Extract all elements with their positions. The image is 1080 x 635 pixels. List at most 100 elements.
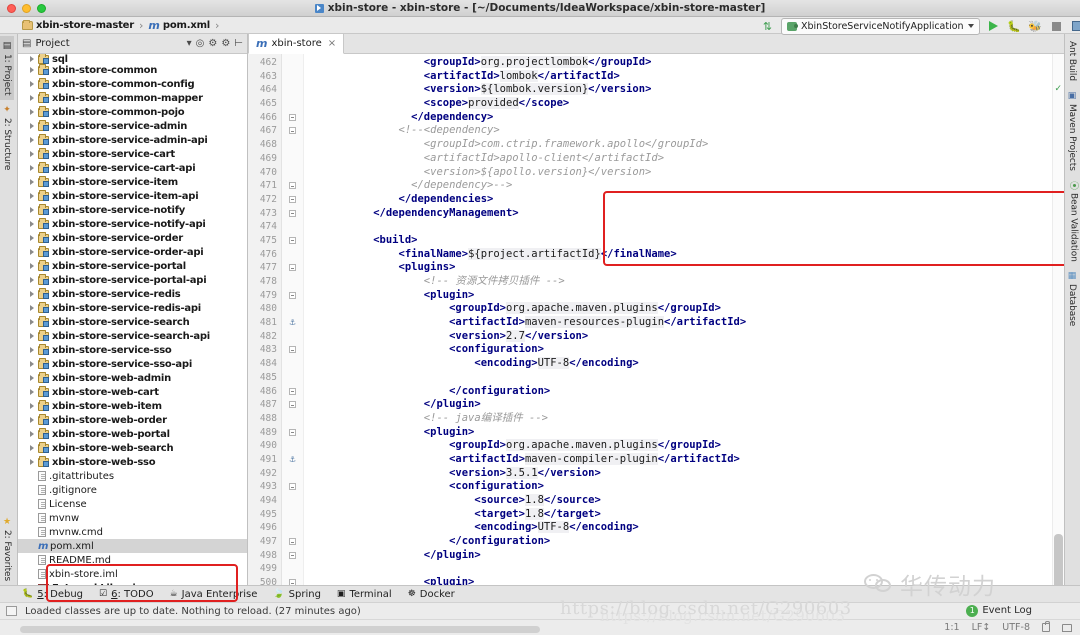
tree-item-xbin-store-service-sso-api[interactable]: xbin-store-service-sso-api [18, 357, 247, 371]
bottom-tab-spring[interactable]: 🍃 Spring [273, 589, 321, 600]
editor-marker-column[interactable]: ✓ [1052, 54, 1064, 602]
tree-item-xbin-store-common-mapper[interactable]: xbin-store-common-mapper [18, 91, 247, 105]
code-line[interactable]: <plugin> [310, 426, 1064, 440]
chevron-right-icon[interactable] [30, 151, 34, 157]
code-line[interactable]: <!--<dependency> [310, 124, 1064, 138]
tree-item-sql[interactable]: sql [18, 54, 247, 65]
tree-item-xbin-store-web-portal[interactable]: xbin-store-web-portal [18, 427, 247, 441]
code-line[interactable]: <plugins> [310, 261, 1064, 275]
tree-item-xbin-store-web-admin[interactable]: xbin-store-web-admin [18, 371, 247, 385]
code-line[interactable]: <plugin> [310, 289, 1064, 303]
source-code[interactable]: <groupId>org.projectlombok</groupId> <ar… [304, 54, 1064, 602]
chevron-right-icon[interactable] [30, 193, 34, 199]
tree-item-xbin-store-service-notify[interactable]: xbin-store-service-notify [18, 203, 247, 217]
code-line[interactable] [310, 562, 1064, 576]
code-line[interactable]: </dependencies> [310, 193, 1064, 207]
memory-indicator-icon[interactable] [6, 606, 17, 616]
lock-icon[interactable] [1042, 621, 1050, 632]
sidebar-item-maven-projects[interactable]: ▣ Maven Projects [1065, 86, 1079, 176]
expand-all-icon[interactable]: ⚙ [208, 38, 217, 49]
tree-item-xbin-store-service-item[interactable]: xbin-store-service-item [18, 175, 247, 189]
tree-item-xbin-store-common[interactable]: xbin-store-common [18, 63, 247, 77]
chevron-right-icon[interactable] [30, 249, 34, 255]
code-line[interactable]: <!-- java编译插件 --> [310, 412, 1064, 426]
settings-gear-icon[interactable]: ⚙ [221, 38, 230, 49]
chevron-right-icon[interactable] [30, 207, 34, 213]
fold-toggle-icon[interactable] [282, 426, 303, 440]
fold-toggle-icon[interactable] [282, 193, 303, 207]
caret-down-icon[interactable]: ▾ [187, 38, 192, 49]
sort-updown-icon[interactable]: ⇅ [760, 19, 775, 34]
tree-item-mvnw-cmd[interactable]: mvnw.cmd [18, 525, 247, 539]
stop-button[interactable] [1049, 19, 1064, 34]
code-line[interactable]: </dependencyManagement> [310, 207, 1064, 221]
fold-toggle-icon[interactable] [282, 207, 303, 221]
fold-toggle-icon[interactable] [282, 261, 303, 275]
code-line[interactable]: <scope>provided</scope> [310, 97, 1064, 111]
code-line[interactable]: </plugin> [310, 549, 1064, 563]
chevron-right-icon[interactable] [30, 459, 34, 465]
collapse-all-icon[interactable]: ◎ [196, 38, 205, 49]
code-line[interactable]: <version>3.5.1</version> [310, 466, 1064, 481]
fold-toggle-icon[interactable] [282, 179, 303, 193]
chevron-down-icon[interactable] [967, 24, 974, 28]
tree-item-xbin-store-service-notify-api[interactable]: xbin-store-service-notify-api [18, 217, 247, 231]
chevron-right-icon[interactable] [30, 179, 34, 185]
layout-button[interactable] [1070, 19, 1080, 34]
tree-item-xbin-store-common-pojo[interactable]: xbin-store-common-pojo [18, 105, 247, 119]
run-configuration-selector[interactable]: XbinStoreServiceNotifyApplication [781, 17, 980, 35]
code-line[interactable]: <groupId>com.ctrip.framework.apollo</gro… [310, 138, 1064, 152]
fold-toggle-icon[interactable] [282, 535, 303, 549]
fold-toggle-icon[interactable] [282, 343, 303, 357]
chevron-right-icon[interactable] [30, 305, 34, 311]
fold-toggle-icon[interactable] [282, 480, 303, 494]
code-line[interactable]: <version>${apollo.version}</version> [310, 166, 1064, 180]
code-line[interactable]: <groupId>org.apache.maven.plugins</group… [310, 302, 1064, 316]
project-tree[interactable]: sql xbin-store-common xbin-store-common-co… [18, 54, 247, 602]
chevron-right-icon[interactable] [30, 417, 34, 423]
tree-item-xbin-store-service-redis[interactable]: xbin-store-service-redis [18, 287, 247, 301]
code-line[interactable]: <target>1.8</target> [310, 507, 1064, 522]
fold-toggle-icon[interactable] [282, 385, 303, 399]
code-line[interactable]: <configuration> [310, 343, 1064, 357]
code-line[interactable] [310, 220, 1064, 234]
tree-item-xbin-store-service-cart[interactable]: xbin-store-service-cart [18, 147, 247, 161]
code-line[interactable]: <!-- 资源文件拷贝插件 --> [310, 275, 1064, 289]
tree-item-xbin-store-iml[interactable]: xbin-store.iml [18, 567, 247, 581]
sidebar-item-favorites[interactable]: ★ 2: Favorites [0, 512, 14, 586]
tree-item-xbin-store-web-search[interactable]: xbin-store-web-search [18, 441, 247, 455]
code-line[interactable]: <configuration> [310, 480, 1064, 494]
tree-item-xbin-store-service-portal[interactable]: xbin-store-service-portal [18, 259, 247, 273]
fold-toggle-icon[interactable] [282, 289, 303, 303]
fold-toggle-icon[interactable] [282, 398, 303, 412]
code-line[interactable]: <groupId>org.projectlombok</groupId> [310, 56, 1064, 70]
hide-icon[interactable]: ⊢ [234, 38, 243, 49]
code-line[interactable]: </plugin> [310, 398, 1064, 412]
event-log-button[interactable]: 1 Event Log [966, 602, 1032, 619]
breadcrumb-item-pom[interactable]: m pom.xml [148, 19, 210, 32]
tree-item-license[interactable]: License [18, 497, 247, 511]
chevron-right-icon[interactable] [30, 235, 34, 241]
chevron-right-icon[interactable] [30, 123, 34, 129]
code-viewport[interactable]: 462 463 464 465 466 467 468 469 470 471 472 473 474 4… [248, 54, 1064, 602]
chevron-right-icon[interactable] [30, 319, 34, 325]
tree-item-xbin-store-service-order[interactable]: xbin-store-service-order [18, 231, 247, 245]
tree-item-xbin-store-service-order-api[interactable]: xbin-store-service-order-api [18, 245, 247, 259]
code-line[interactable]: </dependency>--> [310, 179, 1064, 193]
sidebar-item-structure[interactable]: ✦ 2: Structure [0, 100, 14, 175]
chevron-right-icon[interactable] [30, 403, 34, 409]
code-line[interactable]: <finalName>${project.artifactId}</finalN… [310, 247, 1064, 262]
tree-item-xbin-store-service-admin-api[interactable]: xbin-store-service-admin-api [18, 133, 247, 147]
code-line[interactable]: <artifactId>lombok</artifactId> [310, 69, 1064, 84]
chevron-right-icon[interactable] [30, 263, 34, 269]
chevron-right-icon[interactable] [30, 361, 34, 367]
bottom-tab-6-todo[interactable]: ☑ 6: TODO [99, 589, 154, 600]
code-line[interactable]: <source>1.8</source> [310, 494, 1064, 508]
code-line[interactable]: <artifactId>maven-resources-plugin</arti… [310, 316, 1064, 330]
code-line[interactable]: <artifactId>apollo-client</artifactId> [310, 152, 1064, 166]
code-line[interactable]: <version>${lombok.version}</version> [310, 83, 1064, 97]
code-line[interactable] [310, 371, 1064, 385]
tree-item-xbin-store-web-item[interactable]: xbin-store-web-item [18, 399, 247, 413]
line-separator[interactable]: LF↕ [972, 622, 991, 633]
tree-item-xbin-store-service-search[interactable]: xbin-store-service-search [18, 315, 247, 329]
